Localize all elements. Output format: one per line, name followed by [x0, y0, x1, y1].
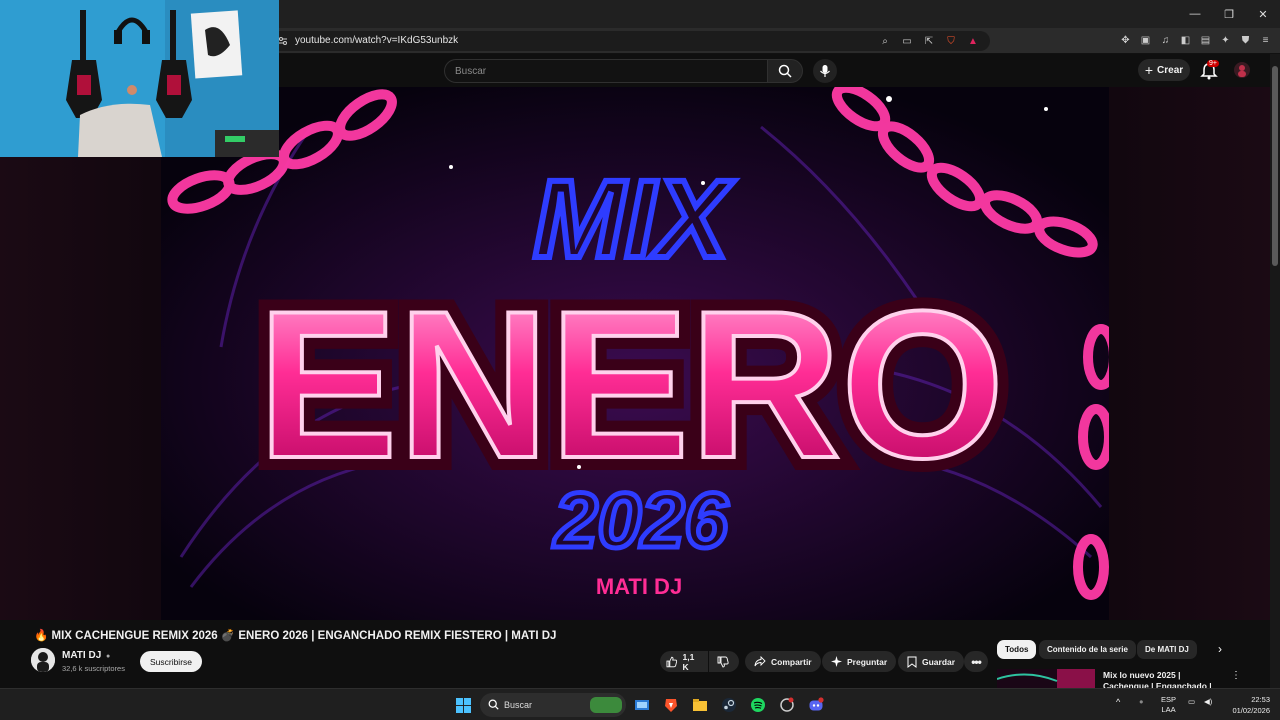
close-icon[interactable]: ✕ — [1246, 0, 1280, 28]
minimize-icon[interactable]: — — [1178, 0, 1212, 28]
video-title: 🔥 MIX CACHENGUE REMIX 2026 💣 ENERO 2026 … — [34, 630, 557, 642]
search-placeholder: Buscar — [455, 66, 487, 77]
search-button[interactable] — [767, 59, 803, 83]
media-icon[interactable]: ♫ — [1159, 34, 1172, 47]
wallet-icon[interactable]: ▤ — [1199, 34, 1212, 47]
create-button[interactable]: + Crear — [1138, 59, 1190, 81]
recommendation-more-icon[interactable]: ⋮ — [1231, 670, 1241, 681]
thumbs-down-icon — [717, 656, 729, 667]
recommendation-thumbnail[interactable] — [997, 669, 1095, 688]
game-app-icon[interactable] — [777, 695, 797, 715]
artwork-title: ENERO — [258, 267, 1005, 502]
dislike-button[interactable] — [709, 651, 739, 672]
scrollbar-thumb[interactable] — [1272, 66, 1278, 266]
search-highlight-icon — [590, 697, 622, 713]
system-clock[interactable]: 22:53 01/02/2026 — [1222, 694, 1270, 716]
tray-chevron-icon[interactable]: ^ — [1116, 697, 1120, 707]
account-avatar[interactable] — [1234, 62, 1250, 78]
extension-toolbar: ✥ ▣ ♫ ◧ ▤ ✦ ⛊ ≡ — [1119, 34, 1272, 47]
brave-browser-icon[interactable] — [661, 695, 681, 715]
network-icon[interactable]: ▭ — [1188, 697, 1195, 706]
chip-from-channel[interactable]: De MATI DJ — [1137, 640, 1197, 659]
plus-icon: + — [1144, 62, 1154, 78]
artwork-artist: MATI DJ — [596, 574, 682, 599]
clock-time: 22:53 — [1251, 695, 1270, 704]
url-text: youtube.com/watch?v=IKdG53unbzk — [295, 35, 459, 46]
share-label: Compartir — [771, 656, 812, 667]
windows-start-icon[interactable] — [453, 695, 473, 715]
taskbar-search[interactable]: Buscar — [480, 693, 626, 717]
more-horizontal-icon: ••• — [971, 654, 982, 669]
webcam-overlay — [0, 0, 279, 157]
sidebar-icon[interactable]: ◧ — [1179, 34, 1192, 47]
tray-mic-icon[interactable]: ● — [1139, 697, 1144, 706]
taskbar-search-placeholder: Buscar — [504, 700, 533, 710]
input-language[interactable]: ESP LAA — [1161, 695, 1176, 715]
extensions-icon[interactable]: ✥ — [1119, 34, 1132, 47]
voice-search-button[interactable] — [813, 59, 837, 83]
volume-icon[interactable]: ◀) — [1204, 697, 1212, 706]
page-scrollbar[interactable] — [1270, 54, 1280, 688]
discord-icon[interactable] — [806, 695, 826, 715]
cast-icon[interactable]: ▭ — [900, 34, 914, 48]
site-info-icon[interactable] — [278, 36, 288, 46]
chevron-right-icon[interactable]: › — [1218, 642, 1222, 656]
taskbar-search-icon — [488, 699, 499, 710]
verified-icon: ● — [106, 653, 111, 660]
language-code: ESP — [1161, 695, 1177, 704]
leo-ai-icon[interactable]: ✦ — [1219, 34, 1232, 47]
channel-name[interactable]: MATI DJ ● — [62, 650, 110, 661]
search-icon — [778, 64, 792, 78]
menu-icon[interactable]: ≡ — [1259, 34, 1272, 47]
channel-avatar[interactable] — [31, 648, 55, 672]
task-view-icon[interactable] — [632, 695, 652, 715]
bookmark-icon — [907, 656, 917, 668]
window-controls: — ❐ ✕ — [1178, 0, 1280, 28]
thumbs-up-icon — [666, 656, 678, 667]
chip-series-content[interactable]: Contenido de la serie — [1039, 640, 1136, 659]
search-input[interactable]: Buscar — [444, 59, 767, 83]
reader-icon[interactable]: ▣ — [1139, 34, 1152, 47]
file-explorer-icon[interactable] — [690, 695, 710, 715]
webcam-feed-image — [0, 0, 279, 157]
share-page-icon[interactable]: ⇱ — [922, 34, 936, 48]
video-player[interactable]: MIX ENERO ENERO 2026 MATI DJ — [161, 87, 1109, 620]
recommendation-title[interactable]: Mix lo nuevo 2025 | Cachengue | Engancha… — [1103, 670, 1223, 688]
spotify-icon[interactable] — [748, 695, 768, 715]
ask-button[interactable]: Preguntar — [822, 651, 897, 672]
save-button[interactable]: Guardar — [898, 651, 965, 672]
zoom-icon[interactable]: ⌕ — [878, 34, 892, 48]
create-label: Crear — [1157, 64, 1184, 76]
keyboard-layout: LAA — [1161, 705, 1176, 714]
chip-all[interactable]: Todos — [997, 640, 1037, 659]
share-button[interactable]: Compartir — [745, 651, 821, 672]
windows-taskbar: Buscar ^ ● ESP LAA ▭ ◀) 22:53 01/02/2026 — [0, 688, 1280, 720]
clock-date: 01/02/2026 — [1232, 706, 1270, 715]
sparkle-icon — [831, 656, 842, 667]
steam-icon[interactable] — [719, 695, 739, 715]
notifications-badge: 9+ — [1207, 60, 1219, 67]
save-label: Guardar — [922, 656, 956, 667]
share-icon — [754, 655, 766, 666]
microphone-icon — [820, 65, 830, 77]
vpn-icon[interactable]: ⛊ — [1239, 34, 1252, 47]
url-field[interactable]: youtube.com/watch?v=IKdG53unbzk ⌕ ▭ ⇱ ⛉ … — [270, 31, 990, 51]
more-actions-button[interactable]: ••• — [964, 651, 988, 672]
like-count: 1,1 K — [682, 651, 695, 672]
maximize-icon[interactable]: ❐ — [1212, 0, 1246, 28]
artwork-year: 2026 — [552, 476, 728, 564]
video-artwork: MIX ENERO ENERO 2026 MATI DJ — [161, 87, 1109, 620]
like-button[interactable]: 1,1 K — [660, 651, 708, 672]
brave-rewards-icon[interactable]: ▲ — [966, 34, 980, 48]
channel-name-text: MATI DJ — [62, 650, 102, 661]
subscriber-count: 32,6 k suscriptores — [62, 664, 125, 673]
subscribe-button[interactable]: Suscribirse — [140, 651, 202, 672]
brave-shields-icon[interactable]: ⛉ — [944, 34, 958, 48]
ask-label: Preguntar — [847, 656, 888, 667]
artwork-mix: MIX — [533, 158, 734, 281]
